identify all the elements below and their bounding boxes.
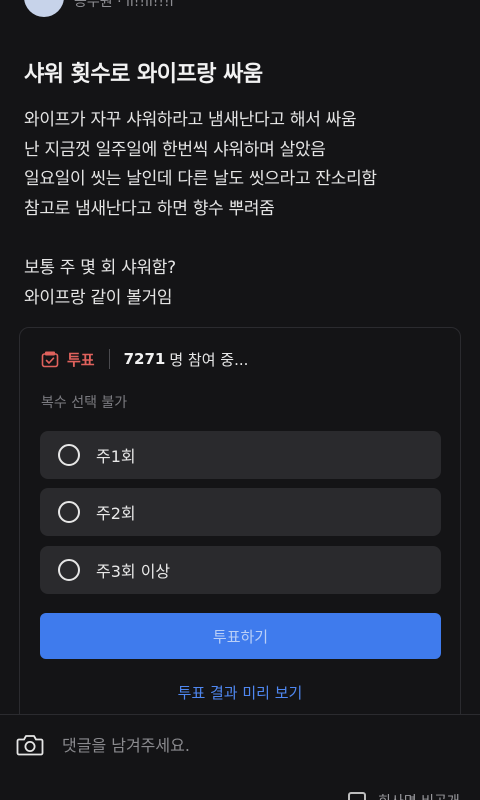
poll-header-divider [108,349,110,369]
poll-header: 투표 7271 명 참여 중... [41,348,248,370]
poll-results-preview-link[interactable]: 투표 결과 미리 보기 [20,682,460,703]
anonymous-label: 회사명 비공개 [378,791,460,800]
radio-button[interactable] [58,501,80,523]
radio-button[interactable] [58,559,80,581]
vote-button[interactable]: 투표하기 [40,613,441,659]
comment-input[interactable] [62,731,362,759]
anonymous-checkbox[interactable] [348,792,366,800]
poll-option-3[interactable]: 주3회 이상 [40,546,441,594]
poll-option-label: 주3회 이상 [96,562,171,581]
vote-button-label: 투표하기 [212,627,269,646]
poll-option-label: 주2회 [96,504,136,523]
poll-option-label: 주1회 [96,447,136,466]
radio-button[interactable] [58,444,80,466]
author-name: 공무원 · li!!li!!!l [74,0,174,10]
comment-bar: 회사명 비공개 [0,714,480,800]
poll-label: 투표 [67,350,95,369]
post-title: 샤워 횟수로 와이프랑 싸움 [24,62,263,87]
anonymous-option[interactable]: 회사명 비공개 [348,791,460,800]
poll-participant-count: 7271 [123,350,166,368]
poll-card: 투표 7271 명 참여 중... 복수 선택 불가 주1회 주2회 주3회 이… [19,327,461,727]
poll-option-2[interactable]: 주2회 [40,488,441,536]
poll-option-1[interactable]: 주1회 [40,431,441,479]
ballot-box-icon [41,351,59,368]
post-body: 와이프가 자꾸 샤워하라고 냄새난다고 해서 싸움 난 지금껏 일주일에 한번씩… [24,110,377,308]
avatar[interactable] [24,0,64,17]
poll-participants-text: 명 참여 중... [169,350,249,369]
poll-rule: 복수 선택 불가 [41,395,128,411]
post-author[interactable]: 공무원 · li!!li!!!l [24,0,174,17]
camera-icon[interactable] [16,733,44,757]
